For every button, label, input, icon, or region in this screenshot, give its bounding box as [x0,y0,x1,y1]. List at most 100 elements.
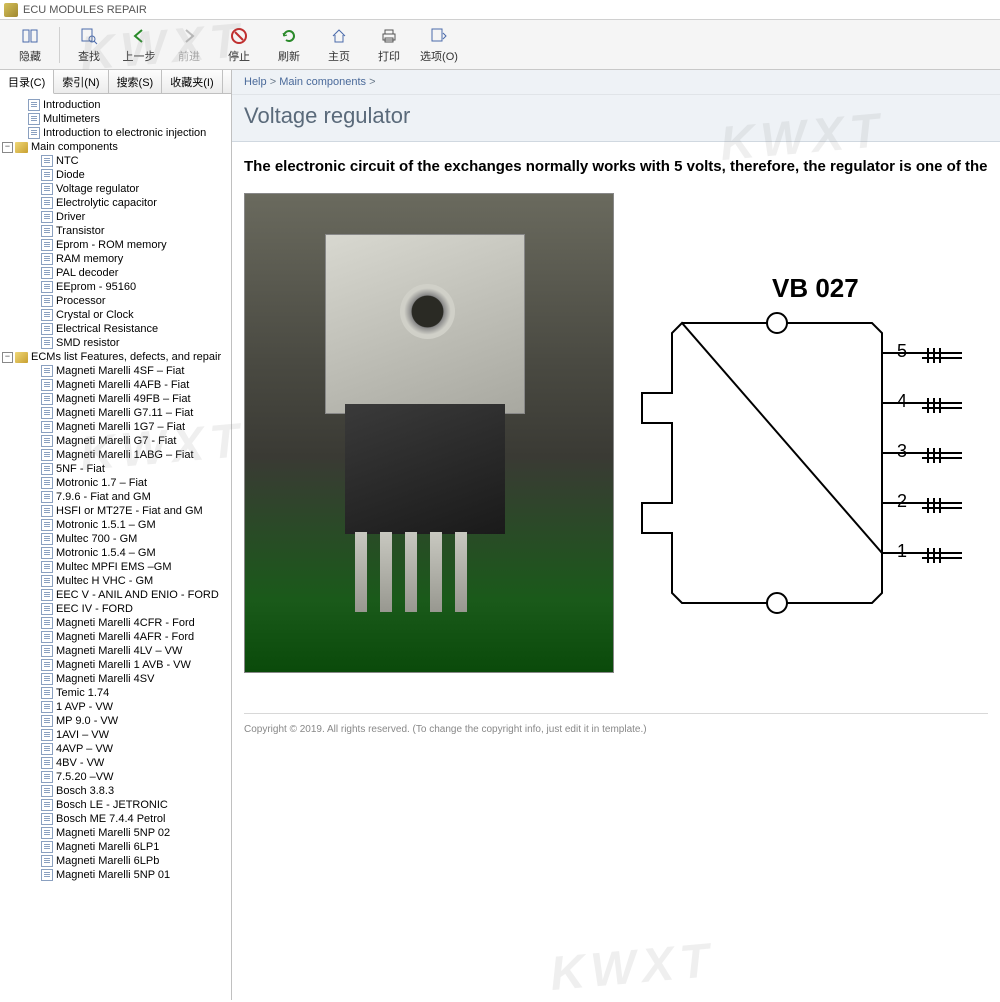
options-button[interactable]: 选项(O) [415,23,463,67]
tree-item[interactable]: Bosch 3.8.3 [2,784,229,798]
page-icon [41,435,53,447]
print-icon [379,26,399,46]
tree-item[interactable]: PAL decoder [2,266,229,280]
tree-item[interactable]: Voltage regulator [2,182,229,196]
tree-item[interactable]: Crystal or Clock [2,308,229,322]
tree-item[interactable]: Electrolytic capacitor [2,196,229,210]
tree-item[interactable]: Motronic 1.7 – Fiat [2,476,229,490]
find-button[interactable]: 查找 [65,23,113,67]
page-icon [41,211,53,223]
page-icon [41,743,53,755]
tree-item[interactable]: Magneti Marelli 6LP1 [2,840,229,854]
tree-item[interactable]: Introduction to electronic injection [2,126,229,140]
page-icon [41,337,53,349]
tree-item[interactable]: 5NF - Fiat [2,462,229,476]
collapse-icon[interactable]: − [2,352,13,363]
tree-item[interactable]: Magneti Marelli 1ABG – Fiat [2,448,229,462]
hide-button[interactable]: 隐藏 [6,23,54,67]
tree-item[interactable]: EEC V - ANIL AND ENIO - FORD [2,588,229,602]
tree-item[interactable]: 7.5.20 –VW [2,770,229,784]
page-icon [41,715,53,727]
tab-contents[interactable]: 目录(C) [0,70,54,94]
tree-item[interactable]: Magneti Marelli 6LPb [2,854,229,868]
refresh-button[interactable]: 刷新 [265,23,313,67]
tree-item[interactable]: Motronic 1.5.4 – GM [2,546,229,560]
page-icon [41,813,53,825]
tree-item[interactable]: Processor [2,294,229,308]
tree-item[interactable]: Magneti Marelli 49FB – Fiat [2,392,229,406]
page-icon [41,155,53,167]
tree-item[interactable]: RAM memory [2,252,229,266]
contents-tree[interactable]: IntroductionMultimetersIntroduction to e… [0,94,231,1000]
breadcrumb-parent[interactable]: Main components [279,76,366,88]
tree-item[interactable]: Bosch ME 7.4.4 Petrol [2,812,229,826]
tree-item[interactable]: EEprom - 95160 [2,280,229,294]
home-button[interactable]: 主页 [315,23,363,67]
stop-button[interactable]: 停止 [215,23,263,67]
page-icon [41,869,53,881]
tree-item[interactable]: Multimeters [2,112,229,126]
tree-item[interactable]: Driver [2,210,229,224]
tree-folder[interactable]: −Main components [2,140,229,154]
page-icon [41,645,53,657]
tree-item[interactable]: 7.9.6 - Fiat and GM [2,490,229,504]
tree-item[interactable]: Magneti Marelli 4SF – Fiat [2,364,229,378]
tree-item[interactable]: 1 AVP - VW [2,700,229,714]
tree-item[interactable]: Temic 1.74 [2,686,229,700]
tree-item[interactable]: Transistor [2,224,229,238]
tree-item[interactable]: Magneti Marelli 4LV – VW [2,644,229,658]
print-button[interactable]: 打印 [365,23,413,67]
tree-item[interactable]: Magneti Marelli G7 - Fiat [2,434,229,448]
tab-favorites[interactable]: 收藏夹(I) [162,70,222,93]
tree-item[interactable]: Diode [2,168,229,182]
component-photo [244,193,614,673]
tree-item[interactable]: Magneti Marelli 5NP 01 [2,868,229,882]
tree-item[interactable]: Magneti Marelli 4CFR - Ford [2,616,229,630]
tab-search[interactable]: 搜索(S) [109,70,163,93]
page-icon [41,407,53,419]
tree-item[interactable]: 4AVP – VW [2,742,229,756]
tree-item[interactable]: Magneti Marelli G7.11 – Fiat [2,406,229,420]
tree-item[interactable]: Motronic 1.5.1 – GM [2,518,229,532]
page-icon [41,253,53,265]
tree-item[interactable]: 4BV - VW [2,756,229,770]
tree-folder[interactable]: −ECMs list Features, defects, and repair [2,350,229,364]
tree-item[interactable]: Magneti Marelli 4AFB - Fiat [2,378,229,392]
tree-item[interactable]: Multec 700 - GM [2,532,229,546]
content-pane: Help > Main components > Voltage regulat… [232,70,1000,1000]
page-icon [41,491,53,503]
tree-item[interactable]: SMD resistor [2,336,229,350]
back-button[interactable]: 上一步 [115,23,163,67]
tree-item[interactable]: 1AVI – VW [2,728,229,742]
tree-item[interactable]: Magneti Marelli 1 AVB - VW [2,658,229,672]
tree-item[interactable]: MP 9.0 - VW [2,714,229,728]
tree-item[interactable]: NTC [2,154,229,168]
tree-item[interactable]: Introduction [2,98,229,112]
page-icon [41,505,53,517]
options-icon [429,26,449,46]
page-icon [41,757,53,769]
tree-item[interactable]: Magneti Marelli 4SV [2,672,229,686]
tree-item[interactable]: Multec H VHC - GM [2,574,229,588]
tree-item[interactable]: Eprom - ROM memory [2,238,229,252]
forward-button[interactable]: 前进 [165,23,213,67]
tree-item[interactable]: Magneti Marelli 1G7 – Fiat [2,420,229,434]
tree-item[interactable]: Multec MPFI EMS –GM [2,560,229,574]
breadcrumb-help[interactable]: Help [244,76,267,88]
tree-item[interactable]: Electrical Resistance [2,322,229,336]
page-icon [41,589,53,601]
pin-label: 5 [897,341,907,362]
tree-item[interactable]: Magneti Marelli 5NP 02 [2,826,229,840]
tab-index[interactable]: 索引(N) [54,70,108,93]
breadcrumb: Help > Main components > [232,70,1000,95]
home-icon [329,26,349,46]
tree-item[interactable]: Bosch LE - JETRONIC [2,798,229,812]
page-icon [41,309,53,321]
collapse-icon[interactable]: − [2,142,13,153]
tree-item[interactable]: Magneti Marelli 4AFR - Ford [2,630,229,644]
tree-item[interactable]: HSFI or MT27E - Fiat and GM [2,504,229,518]
nav-tabs: 目录(C) 索引(N) 搜索(S) 收藏夹(I) [0,70,231,94]
navigation-pane: 目录(C) 索引(N) 搜索(S) 收藏夹(I) IntroductionMul… [0,70,232,1000]
page-icon [41,295,53,307]
tree-item[interactable]: EEC IV - FORD [2,602,229,616]
